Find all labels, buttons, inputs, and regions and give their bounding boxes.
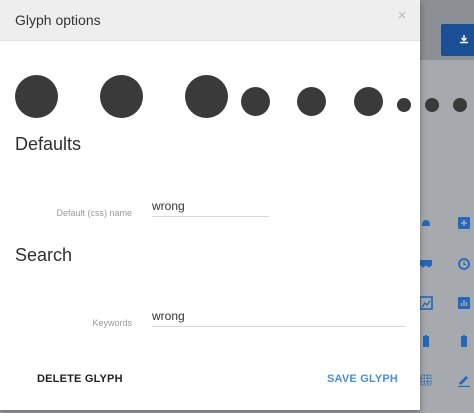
keywords-input[interactable] (152, 306, 405, 327)
car-icon[interactable] (419, 256, 433, 270)
css-name-label: Default (css) name (56, 208, 132, 218)
glyph-preview-large-3[interactable] (185, 75, 228, 118)
background-glyph-panel (420, 60, 474, 413)
dialog-header: Glyph options × (0, 0, 420, 41)
glyph-options-dialog: Glyph options × Defaults Default (css) n… (0, 0, 467, 410)
background-download-button[interactable] (441, 24, 474, 56)
download-icon (460, 35, 468, 44)
search-section-title: Search (15, 245, 73, 265)
grid-icon[interactable] (419, 373, 433, 387)
css-name-input[interactable] (152, 196, 269, 217)
bar-chart-icon[interactable] (457, 296, 471, 310)
glyph-preview-small-1[interactable] (397, 98, 411, 112)
defaults-section-title: Defaults (15, 134, 82, 154)
glyph-preview-large-1[interactable] (15, 75, 58, 118)
alarm-icon[interactable] (457, 256, 471, 270)
image-icon[interactable] (419, 296, 433, 310)
glyph-preview-medium-1[interactable] (241, 87, 270, 116)
delete-glyph-button[interactable]: DELETE GLYPH (37, 373, 123, 385)
glyph-preview-medium-2[interactable] (297, 87, 326, 116)
dialog-title: Glyph options (15, 12, 101, 28)
battery-icon[interactable] (457, 334, 471, 348)
glyph-preview-small-3[interactable] (453, 98, 467, 112)
close-icon[interactable]: × (395, 8, 409, 23)
add-box-icon[interactable] (457, 216, 471, 230)
bell-icon[interactable] (419, 216, 433, 230)
glyph-preview-large-2[interactable] (100, 75, 143, 118)
save-glyph-button[interactable]: SAVE GLYPH (327, 373, 398, 385)
glyph-preview-small-2[interactable] (425, 98, 439, 112)
battery-icon[interactable] (419, 334, 433, 348)
pencil-icon[interactable] (457, 373, 471, 387)
glyph-preview-medium-3[interactable] (354, 87, 383, 116)
keywords-label: Keywords (92, 318, 132, 328)
